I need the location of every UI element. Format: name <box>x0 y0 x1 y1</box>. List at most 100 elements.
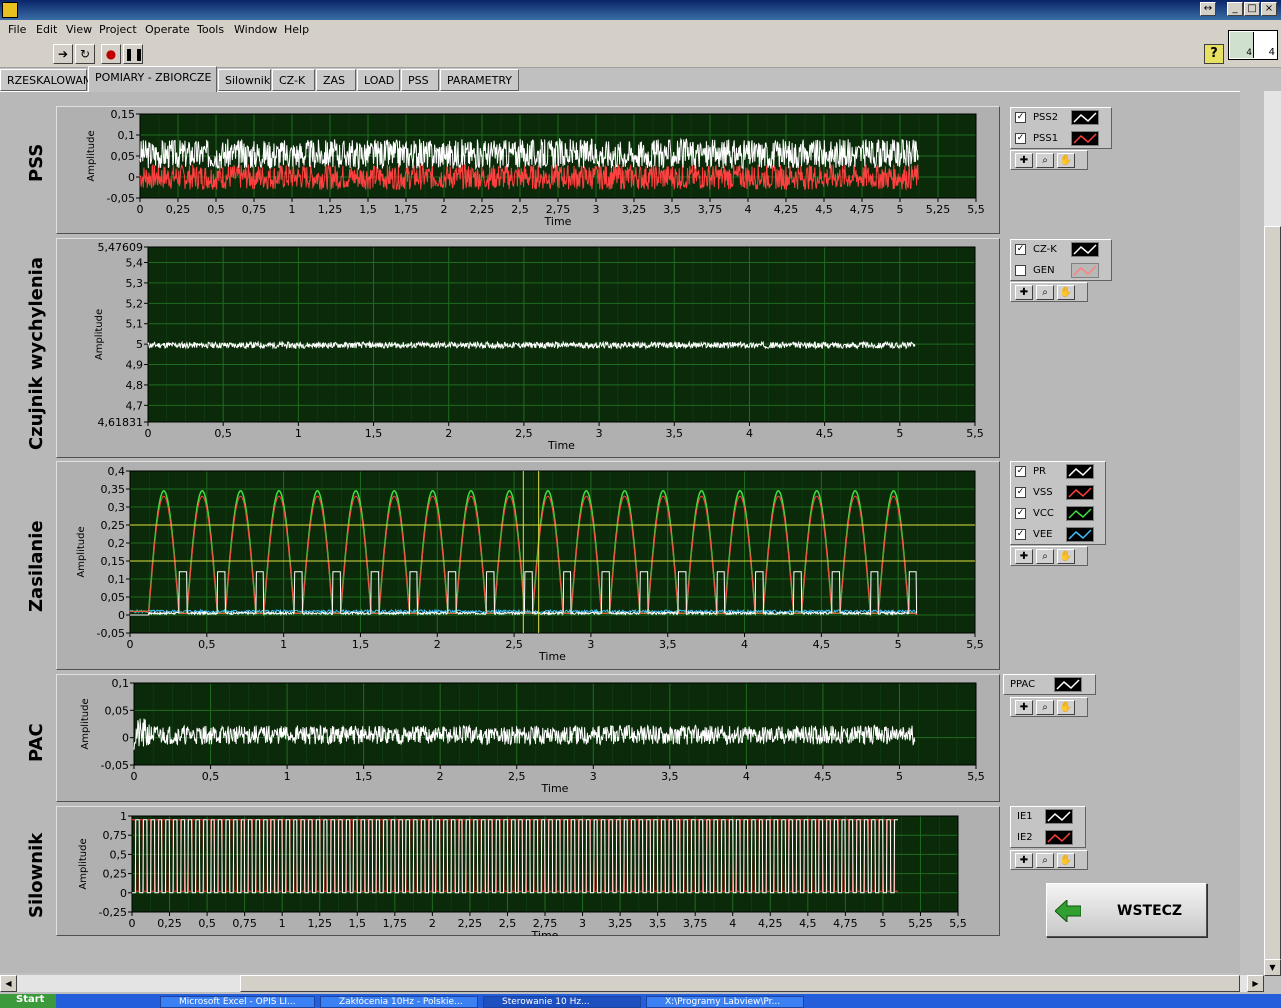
legend-gen[interactable]: GEN <box>1011 261 1111 281</box>
minimize-button[interactable]: _ <box>1227 2 1243 16</box>
legend-vee[interactable]: ✓ VEE <box>1011 525 1105 545</box>
abort-stop-icon[interactable]: ● <box>101 44 121 64</box>
cz-k-checkbox[interactable]: ✓ <box>1015 244 1026 255</box>
legend-pss2[interactable]: ✓ PSS2 <box>1011 108 1111 128</box>
scroll-left-arrow-icon[interactable]: ◀ <box>0 975 17 992</box>
pan-hand-icon[interactable]: ✋ <box>1057 700 1075 715</box>
y-tick-label: 0,05 <box>105 704 130 717</box>
menu-tools[interactable]: Tools <box>197 23 224 36</box>
zoom-icon[interactable]: ⌕ <box>1036 549 1054 564</box>
tab-zas[interactable]: ZAS <box>316 69 356 91</box>
zoom-icon[interactable]: ⌕ <box>1036 285 1054 300</box>
pss2-checkbox[interactable]: ✓ <box>1015 112 1026 123</box>
menu-file[interactable]: File <box>8 23 26 36</box>
menu-project[interactable]: Project <box>99 23 137 36</box>
wstecz-button[interactable]: WSTECZ <box>1046 883 1207 937</box>
vss-checkbox[interactable]: ✓ <box>1015 487 1026 498</box>
pan-hand-icon[interactable]: ✋ <box>1057 549 1075 564</box>
tab-parametry[interactable]: PARAMETRY <box>440 69 519 91</box>
pan-hand-icon[interactable]: ✋ <box>1057 285 1075 300</box>
zoom-icon[interactable]: ⌕ <box>1036 700 1054 715</box>
pr-checkbox[interactable]: ✓ <box>1015 466 1026 477</box>
czk-plot[interactable]: 5,47609 5,4 5,3 5,2 5,1 5 4,9 4,8 4,7 4,618310 0,5… <box>56 238 1000 458</box>
vertical-scroll-thumb[interactable] <box>1264 226 1281 966</box>
tab-pomiary-zbiorcze[interactable]: POMIARY - ZBIORCZE <box>88 66 217 92</box>
pr-line-swatch[interactable] <box>1066 464 1094 479</box>
vee-line-swatch[interactable] <box>1066 527 1094 542</box>
menu-help[interactable]: Help <box>284 23 309 36</box>
x-tick-label: 3,5 <box>663 203 681 216</box>
maximize-button[interactable]: □ <box>1244 2 1260 16</box>
pss1-checkbox[interactable]: ✓ <box>1015 133 1026 144</box>
tab-silownik[interactable]: Silownik <box>218 69 271 91</box>
start-button[interactable]: Start <box>0 994 56 1008</box>
zas-graph-palette: ✚ ⌕ ✋ <box>1010 546 1088 566</box>
taskbar-item-excel[interactable]: Microsoft Excel - OPIS LI... <box>160 996 315 1008</box>
gen-line-swatch[interactable] <box>1071 263 1099 278</box>
pan-hand-icon[interactable]: ✋ <box>1057 153 1075 168</box>
pause-icon[interactable]: ❚❚ <box>123 44 144 64</box>
pan-hand-icon[interactable]: ✋ <box>1057 853 1075 868</box>
vcc-line-swatch[interactable] <box>1066 506 1094 521</box>
menu-operate[interactable]: Operate <box>145 23 190 36</box>
zas-plot[interactable]: 0,40,350,30,250,20,150,10,050-0,050 0,5 1 1… <box>56 461 1000 670</box>
pss-x-axis-label: Time <box>544 215 572 228</box>
pss-plot[interactable]: 0,150,10,050-0,050 0,25 0,5 0,75 1 1,25 1,5 1,7… <box>56 106 1000 234</box>
legend-ppac[interactable]: PPAC <box>1004 675 1095 695</box>
run-continuously-icon[interactable]: ↻ <box>75 44 95 64</box>
taskbar-item-browser[interactable]: Zakłócenia 10Hz - Polskie... <box>320 996 478 1008</box>
zoom-icon[interactable]: ⌕ <box>1036 853 1054 868</box>
context-help-icon[interactable]: ? <box>1204 44 1224 64</box>
y-tick-label: 0 <box>118 609 125 622</box>
zoom-icon[interactable]: ⌕ <box>1036 153 1054 168</box>
legend-pr[interactable]: ✓ PR <box>1011 462 1105 482</box>
tab-load[interactable]: LOAD <box>357 69 400 91</box>
legend-vss[interactable]: ✓ VSS <box>1011 483 1105 503</box>
tab-cz-k[interactable]: CZ-K <box>272 69 315 91</box>
horizontal-scroll-thumb[interactable] <box>240 975 1240 992</box>
vcc-checkbox[interactable]: ✓ <box>1015 508 1026 519</box>
ie2-line-swatch[interactable] <box>1045 830 1073 845</box>
y-tick-label: -0,25 <box>99 906 127 919</box>
gen-checkbox[interactable] <box>1015 265 1026 276</box>
vertical-scrollbar[interactable] <box>1264 91 1281 969</box>
taskbar-item-explorer[interactable]: X:\Programy Labview\Pr... <box>646 996 804 1008</box>
menu-edit[interactable]: Edit <box>36 23 57 36</box>
cursor-crosshair-icon[interactable]: ✚ <box>1015 549 1033 564</box>
vee-checkbox[interactable]: ✓ <box>1015 529 1026 540</box>
horizontal-scrollbar[interactable] <box>0 975 1264 992</box>
legend-ie1[interactable]: IE1 <box>1011 807 1085 827</box>
cursor-crosshair-icon[interactable]: ✚ <box>1015 153 1033 168</box>
tab-przeskalowane[interactable]: RZESKALOWANE <box>0 69 98 91</box>
legend-pss1[interactable]: ✓ PSS1 <box>1011 129 1111 149</box>
ppac-line-swatch[interactable] <box>1054 677 1082 692</box>
cursor-crosshair-icon[interactable]: ✚ <box>1015 285 1033 300</box>
y-tick-label: 5,1 <box>126 318 144 331</box>
taskbar-item-labview[interactable]: Sterowanie 10 Hz... <box>483 996 641 1008</box>
x-tick-label: 0 <box>129 917 136 930</box>
legend-ie2[interactable]: IE2 <box>1011 828 1085 848</box>
close-button[interactable]: × <box>1261 2 1277 16</box>
scroll-down-arrow-icon[interactable]: ▼ <box>1264 959 1281 976</box>
legend-vcc[interactable]: ✓ VCC <box>1011 504 1105 524</box>
x-tick-label: 5,25 <box>908 917 933 930</box>
tab-pss[interactable]: PSS <box>401 69 439 91</box>
run-arrow-icon[interactable]: ➔ <box>53 44 73 64</box>
vss-line-swatch[interactable] <box>1066 485 1094 500</box>
ie1-line-swatch[interactable] <box>1045 809 1073 824</box>
cursor-crosshair-icon[interactable]: ✚ <box>1015 700 1033 715</box>
pac-plot[interactable]: 0,10,050-0,050 0,5 1 1,5 2 2,5 3 3,5 4 4,5 5 5,5Tim… <box>56 674 1000 802</box>
cz-k-line-swatch[interactable] <box>1071 242 1099 257</box>
cursor-crosshair-icon[interactable]: ✚ <box>1015 853 1033 868</box>
pac-y-axis-label: Amplitude <box>80 698 91 749</box>
menu-view[interactable]: View <box>66 23 92 36</box>
restore-arrows-icon[interactable]: ↔ <box>1200 2 1216 16</box>
legend-cz-k[interactable]: ✓ CZ-K <box>1011 240 1111 260</box>
scroll-right-arrow-icon[interactable]: ▶ <box>1247 975 1264 992</box>
y-tick-label: 0,25 <box>103 868 128 881</box>
sil-plot[interactable]: 10,750,50,250-0,250 0,25 0,5 0,75 1 1,25 1,5 1,… <box>56 806 1000 936</box>
pss2-line-swatch[interactable] <box>1071 110 1099 125</box>
menu-window[interactable]: Window <box>234 23 277 36</box>
x-tick-label: 0,5 <box>198 917 216 930</box>
pss1-line-swatch[interactable] <box>1071 131 1099 146</box>
